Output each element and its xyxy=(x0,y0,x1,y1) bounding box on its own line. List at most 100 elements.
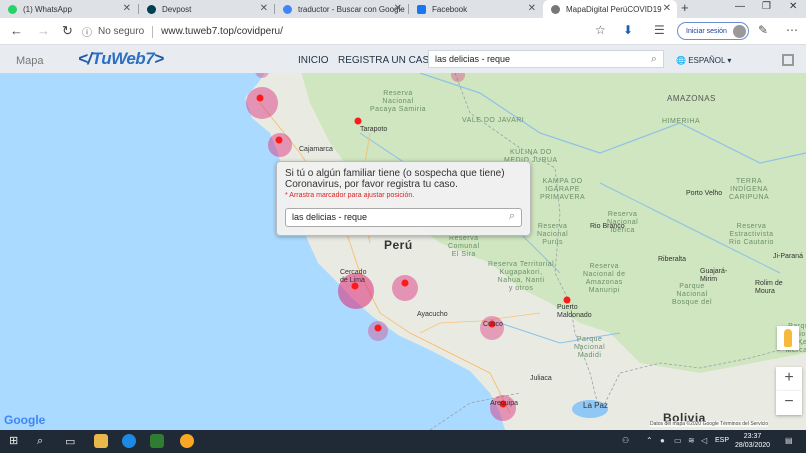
app-icon[interactable] xyxy=(180,434,194,448)
search-icon[interactable]: ⌕ xyxy=(509,210,515,223)
feedback-icon[interactable]: ✎ xyxy=(758,23,768,37)
close-icon[interactable]: ✕ xyxy=(123,3,131,14)
info-icon[interactable]: ⓘ xyxy=(82,24,92,39)
battery-icon[interactable]: ▭ xyxy=(674,436,682,445)
map-region-label: Parque Nacional Bosque del xyxy=(672,283,713,306)
tab-mapadigital[interactable]: MapaDigital PerúCOVID19 ✕ xyxy=(543,0,677,18)
windows-start-icon[interactable]: ⊞ xyxy=(9,434,18,447)
close-icon[interactable]: ✕ xyxy=(663,3,671,14)
search-value: las delicias - reque xyxy=(435,54,511,64)
volume-icon[interactable]: ◁ xyxy=(701,436,707,445)
facebook-icon xyxy=(417,4,426,14)
popup-search-input[interactable]: las delicias - reque ⌕ xyxy=(285,208,522,227)
url-field[interactable]: ⓘ No seguro www.tuweb7.top/covidperu/ xyxy=(82,22,612,41)
city-label: Porto Velho xyxy=(686,190,723,197)
close-icon[interactable]: ✕ xyxy=(528,3,536,14)
nav-registra-caso[interactable]: REGISTRA UN CASO xyxy=(338,55,437,66)
input-language[interactable]: ESP xyxy=(715,437,729,444)
security-status: No seguro xyxy=(98,26,145,37)
clock-time: 23:37 xyxy=(743,433,762,440)
register-case-popup: Si tú o algún familiar tiene (o sospecha… xyxy=(276,161,531,236)
forward-icon[interactable]: → xyxy=(37,23,50,38)
city-label: Ayacucho xyxy=(417,311,448,318)
spreadsheet-icon[interactable] xyxy=(150,434,164,448)
popup-message: Si tú o algún familiar tiene (o sospecha… xyxy=(285,168,505,190)
map-canvas[interactable]: Reserva Nacional Pacaya Samiria VALE DO … xyxy=(0,73,806,430)
fullscreen-icon[interactable] xyxy=(782,54,794,66)
google-logo: Google xyxy=(4,413,46,427)
map-attribution[interactable]: Datos del mapa ©2020 Google Términos del… xyxy=(650,421,769,427)
address-bar: ← → ↻ ⓘ No seguro www.tuweb7.top/covidpe… xyxy=(0,18,806,45)
extension-icon[interactable]: ⬇ xyxy=(623,23,633,37)
popup-hint: * Arrastra marcador para ajustar posició… xyxy=(285,192,415,199)
tab-title: Devpost xyxy=(162,4,192,14)
reload-icon[interactable]: ↻ xyxy=(62,23,73,39)
city-label: Tarapoto xyxy=(360,126,388,133)
close-icon[interactable]: ✕ xyxy=(260,3,268,14)
map-region-label: KAMPA DO IGARAPE PRIMAVERA xyxy=(540,178,586,201)
map-region-label: Reserva Nacional Purús xyxy=(537,223,569,246)
city-label: Guajará- Mirim xyxy=(700,268,728,283)
restore-icon[interactable]: ❐ xyxy=(762,1,771,12)
minimize-icon[interactable]: — xyxy=(735,1,745,12)
task-view-icon[interactable]: ▭ xyxy=(65,435,75,448)
logo-text: TuWeb7 xyxy=(91,49,155,68)
map-type-tab[interactable]: Mapa xyxy=(16,55,44,67)
tab-title: traductor - Buscar con Google xyxy=(298,4,405,14)
signin-button[interactable]: Iniciar sesión xyxy=(677,22,749,40)
nav-inicio[interactable]: INICIO xyxy=(298,55,329,66)
site-logo[interactable]: </TuWeb7> xyxy=(78,49,164,69)
language-selector[interactable]: 🌐 ESPAÑOL ▾ xyxy=(676,56,731,65)
site-search-input[interactable]: las delicias - reque ⌕ xyxy=(428,50,664,68)
city-label: Cajamarca xyxy=(299,146,333,153)
zoom-out-button[interactable]: − xyxy=(776,391,802,415)
zoom-in-button[interactable]: + xyxy=(776,367,802,391)
taskbar: ⊞ ⌕ ▭ ⚇ ⌃ ● ▭ ≋ ◁ ESP 23:37 28/03/2020 ▤ xyxy=(0,430,806,453)
tray-app-icon[interactable]: ● xyxy=(660,436,665,445)
map-region-label: AMAZONAS xyxy=(667,94,716,103)
menu-icon[interactable]: ⋯ xyxy=(786,23,798,37)
tab-whatsapp[interactable]: (1) WhatsApp ✕ xyxy=(0,0,137,18)
search-icon[interactable]: ⌕ xyxy=(37,435,43,448)
tab-title: MapaDigital PerúCOVID19 xyxy=(566,4,662,14)
tab-facebook[interactable]: Facebook ✕ xyxy=(409,0,542,18)
shield-icon xyxy=(551,4,560,14)
street-view-icon[interactable] xyxy=(777,326,799,350)
back-icon[interactable]: ← xyxy=(10,23,23,38)
tray-up-icon[interactable]: ⌃ xyxy=(646,436,653,445)
edge-icon[interactable] xyxy=(122,434,136,448)
notifications-icon[interactable]: ▤ xyxy=(785,436,793,445)
collections-icon[interactable]: ☰ xyxy=(654,23,665,37)
tab-google[interactable]: traductor - Buscar con Google ✕ xyxy=(275,0,408,18)
map-region-label: Reserva Territorial Kugapakori, Nahua, N… xyxy=(488,261,555,292)
map-region-label: Reserva Nacional Pacaya Samiria xyxy=(370,90,427,113)
city-label: Rolim de Moura xyxy=(755,280,783,295)
city-label: La Paz xyxy=(583,401,608,410)
city-label: Puerto Maldonado xyxy=(557,304,592,319)
city-label: Juliaca xyxy=(530,375,552,382)
tab-devpost[interactable]: Devpost ✕ xyxy=(139,0,274,18)
city-label: Cusco xyxy=(483,321,503,328)
country-label: Perú xyxy=(384,238,413,252)
tab-title: (1) WhatsApp xyxy=(23,4,72,14)
tab-title: Facebook xyxy=(432,4,468,14)
people-icon[interactable]: ⚇ xyxy=(622,436,629,445)
avatar xyxy=(733,25,746,38)
system-clock[interactable]: 23:37 28/03/2020 xyxy=(735,432,770,450)
wifi-icon[interactable]: ≋ xyxy=(688,436,695,445)
signin-label: Iniciar sesión xyxy=(686,27,727,35)
url-text: www.tuweb7.top/covidperu/ xyxy=(161,26,283,37)
city-label: Rio Branco xyxy=(590,223,625,230)
new-tab-button[interactable]: + xyxy=(681,0,689,15)
whatsapp-icon xyxy=(8,4,17,14)
map-region-label: Reserva Estractivista Rio Cautario xyxy=(729,223,774,246)
file-explorer-icon[interactable] xyxy=(94,434,108,448)
close-icon[interactable]: ✕ xyxy=(394,3,402,14)
clock-date: 28/03/2020 xyxy=(735,442,771,449)
close-window-icon[interactable]: ✕ xyxy=(789,1,797,12)
map-region-label: TERRA INDÍGENA CARIPUNA xyxy=(729,178,770,201)
star-icon[interactable]: ☆ xyxy=(595,23,606,37)
city-label: Arequipa xyxy=(490,400,519,407)
devpost-icon xyxy=(147,4,156,14)
search-icon[interactable]: ⌕ xyxy=(651,53,657,66)
